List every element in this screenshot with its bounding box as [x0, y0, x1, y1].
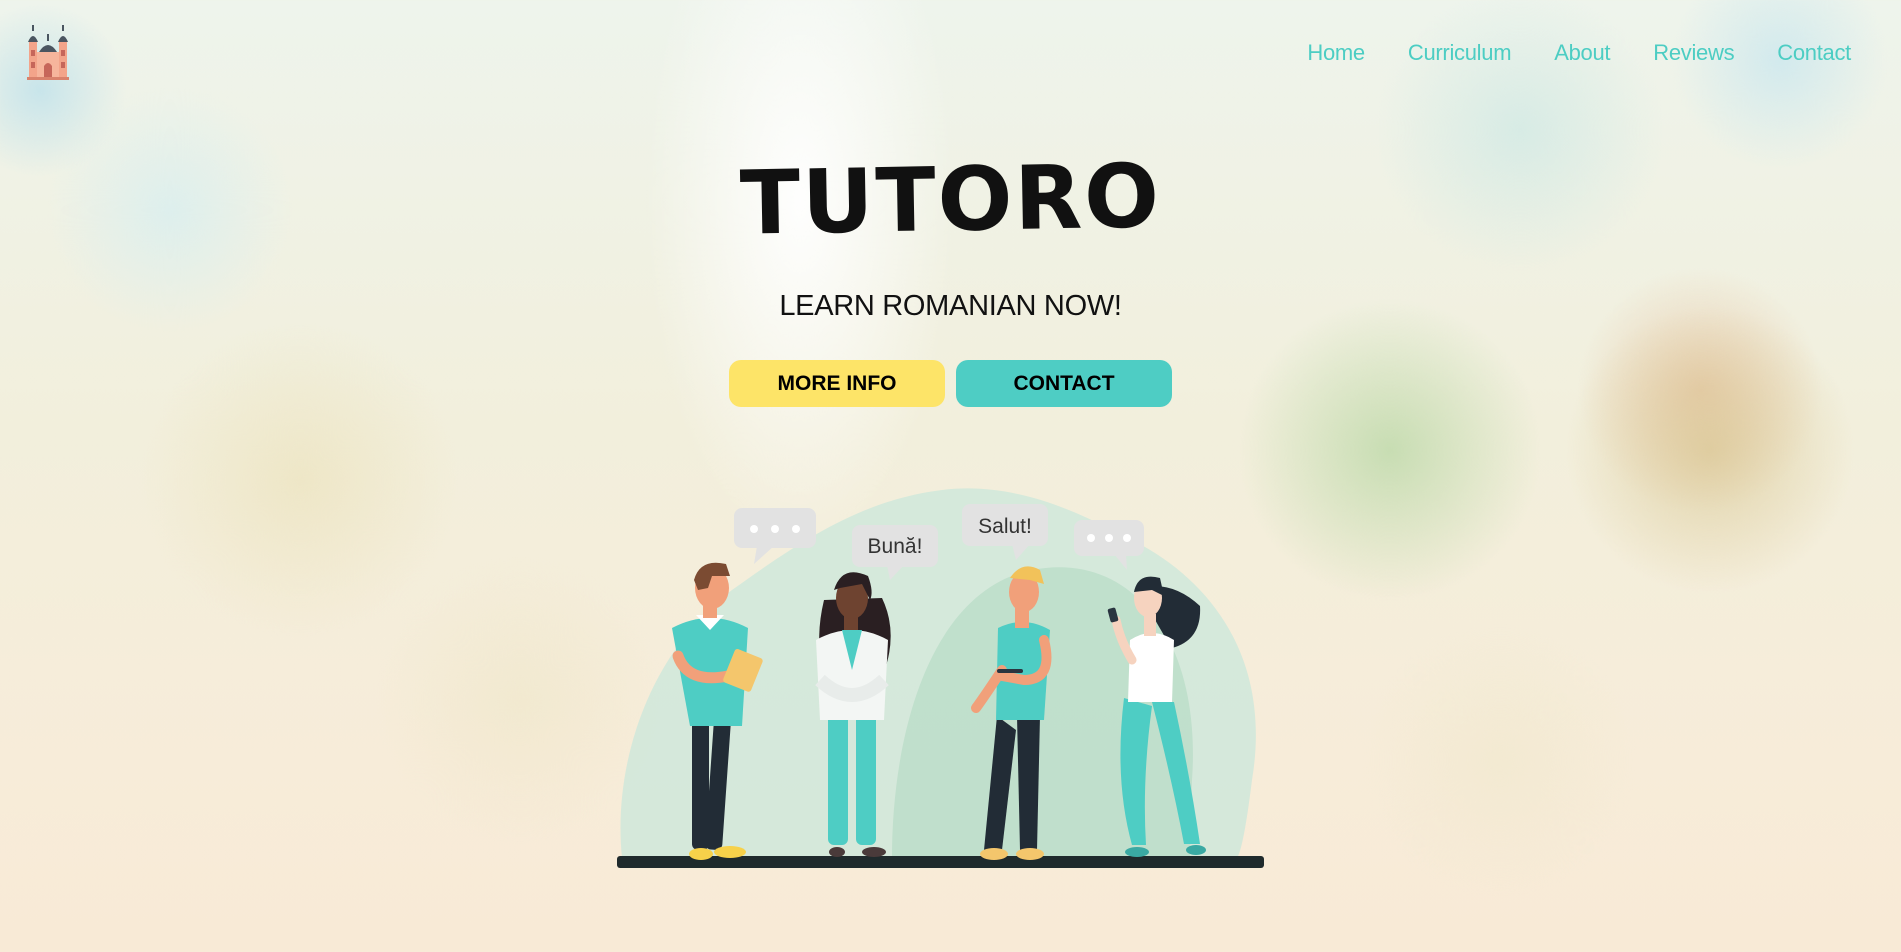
people-conversation-illustration: Bună! Salut! — [617, 488, 1264, 868]
main-nav: Home Curriculum About Reviews Contact — [1307, 40, 1851, 66]
contact-button[interactable]: CONTACT — [956, 360, 1172, 407]
nav-curriculum[interactable]: Curriculum — [1408, 40, 1512, 66]
nav-about[interactable]: About — [1554, 40, 1610, 66]
more-info-button[interactable]: MORE INFO — [729, 360, 945, 407]
bubble-buna-text: Bună! — [868, 535, 923, 558]
church-logo-icon[interactable] — [27, 22, 69, 80]
ground-platform — [617, 856, 1264, 868]
nav-contact[interactable]: Contact — [1777, 40, 1851, 66]
bubble-salut-text: Salut! — [978, 515, 1032, 538]
nav-home[interactable]: Home — [1307, 40, 1365, 66]
nav-reviews[interactable]: Reviews — [1653, 40, 1734, 66]
site-title: TUTORO — [739, 144, 1162, 255]
hero-tagline: LEARN ROMANIAN NOW! — [779, 290, 1122, 322]
